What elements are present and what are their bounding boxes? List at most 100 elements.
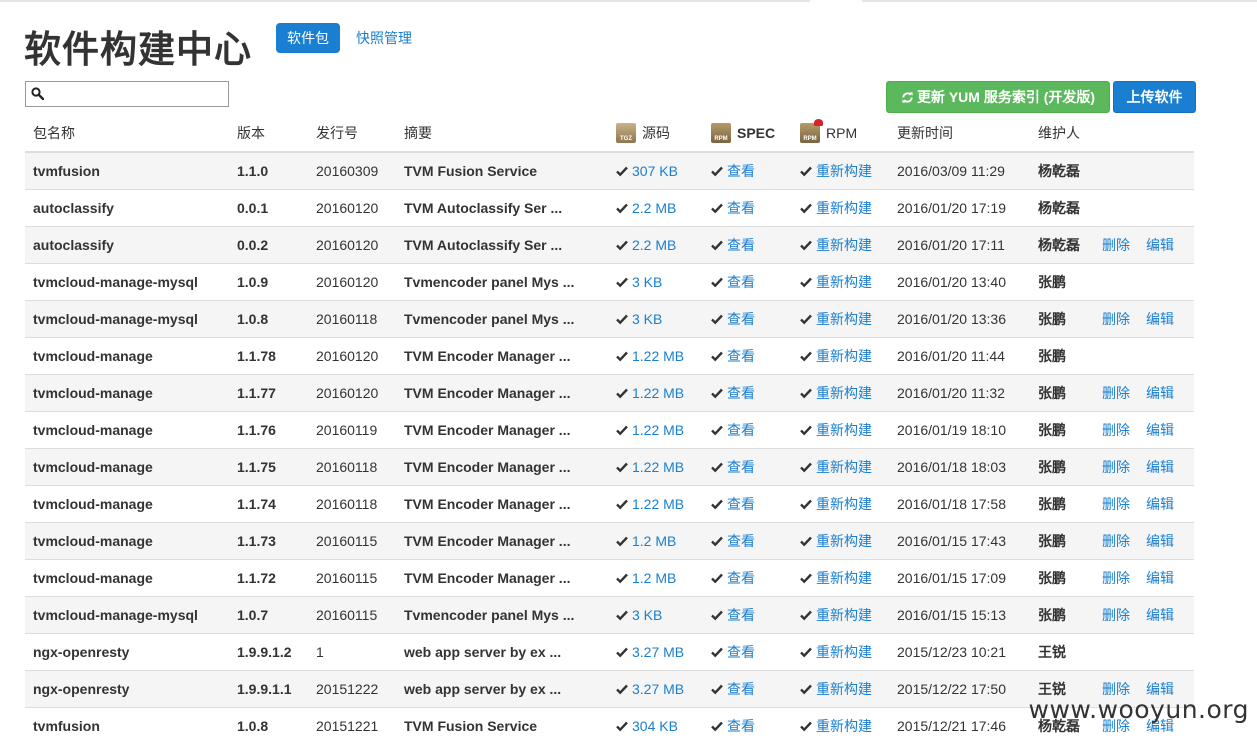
spec-view-link[interactable]: 查看 bbox=[727, 385, 755, 401]
delete-link[interactable]: 删除 bbox=[1102, 237, 1130, 253]
cell-delete: 删除 bbox=[1094, 449, 1138, 486]
col-header-maintainer[interactable]: 维护人 bbox=[1030, 114, 1094, 152]
edit-link[interactable]: 编辑 bbox=[1146, 459, 1174, 475]
delete-link[interactable]: 删除 bbox=[1102, 496, 1130, 512]
check-icon bbox=[711, 424, 723, 436]
rpm-rebuild-link[interactable]: 重新构建 bbox=[816, 681, 872, 697]
source-download-link[interactable]: 1.22 MB bbox=[632, 496, 684, 512]
source-download-link[interactable]: 1.22 MB bbox=[632, 385, 684, 401]
source-download-link[interactable]: 1.2 MB bbox=[632, 570, 676, 586]
col-header-name[interactable]: 包名称 bbox=[25, 114, 229, 152]
source-download-link[interactable]: 3 KB bbox=[632, 274, 662, 290]
spec-view-link[interactable]: 查看 bbox=[727, 163, 755, 179]
rpm-rebuild-link[interactable]: 重新构建 bbox=[816, 348, 872, 364]
spec-view-link[interactable]: 查看 bbox=[727, 311, 755, 327]
spec-view-link[interactable]: 查看 bbox=[727, 200, 755, 216]
source-download-link[interactable]: 1.22 MB bbox=[632, 459, 684, 475]
rpm-rebuild-link[interactable]: 重新构建 bbox=[816, 718, 872, 734]
spec-view-link[interactable]: 查看 bbox=[727, 422, 755, 438]
edit-link[interactable]: 编辑 bbox=[1146, 237, 1174, 253]
rpm-rebuild-link[interactable]: 重新构建 bbox=[816, 237, 872, 253]
edit-link[interactable]: 编辑 bbox=[1146, 385, 1174, 401]
delete-link[interactable]: 删除 bbox=[1102, 533, 1130, 549]
edit-link[interactable]: 编辑 bbox=[1146, 496, 1174, 512]
rpm-rebuild-link[interactable]: 重新构建 bbox=[816, 385, 872, 401]
rpm-rebuild-link[interactable]: 重新构建 bbox=[816, 607, 872, 623]
check-icon bbox=[616, 572, 628, 584]
edit-link[interactable]: 编辑 bbox=[1146, 533, 1174, 549]
source-download-link[interactable]: 1.22 MB bbox=[632, 422, 684, 438]
rpm-rebuild-link[interactable]: 重新构建 bbox=[816, 422, 872, 438]
edit-link[interactable]: 编辑 bbox=[1146, 570, 1174, 586]
cell-source: 3.27 MB bbox=[608, 634, 703, 671]
cell-source: 1.2 MB bbox=[608, 560, 703, 597]
rpm-rebuild-link[interactable]: 重新构建 bbox=[816, 644, 872, 660]
tab-packages[interactable]: 软件包 bbox=[276, 23, 340, 53]
edit-link[interactable]: 编辑 bbox=[1146, 607, 1174, 623]
source-download-link[interactable]: 1.2 MB bbox=[632, 533, 676, 549]
source-download-link[interactable]: 2.2 MB bbox=[632, 200, 676, 216]
rpm-rebuild-link[interactable]: 重新构建 bbox=[816, 200, 872, 216]
rpm-rebuild-link[interactable]: 重新构建 bbox=[816, 311, 872, 327]
tab-snapshots[interactable]: 快照管理 bbox=[345, 23, 423, 53]
cell-rpm: 重新构建 bbox=[792, 301, 889, 338]
cell-release: 20160120 bbox=[308, 264, 396, 301]
cell-rpm: 重新构建 bbox=[792, 671, 889, 708]
col-header-spec[interactable]: RPMSPEC bbox=[703, 114, 792, 152]
spec-view-link[interactable]: 查看 bbox=[727, 237, 755, 253]
watermark: www.wooyun.org bbox=[1029, 695, 1249, 724]
spec-view-link[interactable]: 查看 bbox=[727, 459, 755, 475]
rpm-rebuild-link[interactable]: 重新构建 bbox=[816, 459, 872, 475]
col-header-summary[interactable]: 摘要 bbox=[396, 114, 608, 152]
cell-maintainer: 张鹏 bbox=[1030, 412, 1094, 449]
spec-view-link[interactable]: 查看 bbox=[727, 681, 755, 697]
spec-view-link[interactable]: 查看 bbox=[727, 607, 755, 623]
source-download-link[interactable]: 3 KB bbox=[632, 311, 662, 327]
check-icon bbox=[711, 535, 723, 547]
rpm-rebuild-link[interactable]: 重新构建 bbox=[816, 274, 872, 290]
spec-view-link[interactable]: 查看 bbox=[727, 274, 755, 290]
check-icon bbox=[800, 239, 812, 251]
edit-link[interactable]: 编辑 bbox=[1146, 422, 1174, 438]
cell-maintainer: 杨乾磊 bbox=[1030, 227, 1094, 264]
spec-view-link[interactable]: 查看 bbox=[727, 496, 755, 512]
delete-link[interactable]: 删除 bbox=[1102, 459, 1130, 475]
source-download-link[interactable]: 1.22 MB bbox=[632, 348, 684, 364]
source-download-link[interactable]: 307 KB bbox=[632, 163, 678, 179]
cell-version: 1.9.9.1.2 bbox=[229, 634, 308, 671]
rpm-rebuild-link[interactable]: 重新构建 bbox=[816, 570, 872, 586]
source-download-link[interactable]: 2.2 MB bbox=[632, 237, 676, 253]
rpm-rebuild-link[interactable]: 重新构建 bbox=[816, 533, 872, 549]
delete-link[interactable]: 删除 bbox=[1102, 311, 1130, 327]
col-header-release[interactable]: 发行号 bbox=[308, 114, 396, 152]
source-download-link[interactable]: 3.27 MB bbox=[632, 644, 684, 660]
delete-link[interactable]: 删除 bbox=[1102, 570, 1130, 586]
col-header-source[interactable]: TGZ源码 bbox=[608, 114, 703, 152]
refresh-yum-index-button[interactable]: 更新 YUM 服务索引 (开发版) bbox=[886, 81, 1110, 113]
check-icon bbox=[711, 683, 723, 695]
delete-link[interactable]: 删除 bbox=[1102, 422, 1130, 438]
cell-release: 20160115 bbox=[308, 523, 396, 560]
col-header-rpm[interactable]: RPMRPM bbox=[792, 114, 889, 152]
cell-edit bbox=[1138, 338, 1194, 375]
spec-view-link[interactable]: 查看 bbox=[727, 644, 755, 660]
delete-link[interactable]: 删除 bbox=[1102, 607, 1130, 623]
upload-software-button[interactable]: 上传软件 bbox=[1113, 81, 1196, 113]
cell-spec: 查看 bbox=[703, 190, 792, 227]
spec-view-link[interactable]: 查看 bbox=[727, 718, 755, 734]
edit-link[interactable]: 编辑 bbox=[1146, 311, 1174, 327]
source-download-link[interactable]: 304 KB bbox=[632, 718, 678, 734]
source-download-link[interactable]: 3 KB bbox=[632, 607, 662, 623]
rpm-rebuild-link[interactable]: 重新构建 bbox=[816, 496, 872, 512]
cell-name: ngx-openresty bbox=[25, 671, 229, 708]
source-download-link[interactable]: 3.27 MB bbox=[632, 681, 684, 697]
spec-view-link[interactable]: 查看 bbox=[727, 348, 755, 364]
delete-link[interactable]: 删除 bbox=[1102, 385, 1130, 401]
spec-view-link[interactable]: 查看 bbox=[727, 533, 755, 549]
col-header-version[interactable]: 版本 bbox=[229, 114, 308, 152]
rpm-rebuild-link[interactable]: 重新构建 bbox=[816, 163, 872, 179]
search-input[interactable] bbox=[25, 81, 229, 107]
spec-view-link[interactable]: 查看 bbox=[727, 570, 755, 586]
col-header-updated[interactable]: 更新时间 bbox=[889, 114, 1030, 152]
check-icon bbox=[800, 313, 812, 325]
